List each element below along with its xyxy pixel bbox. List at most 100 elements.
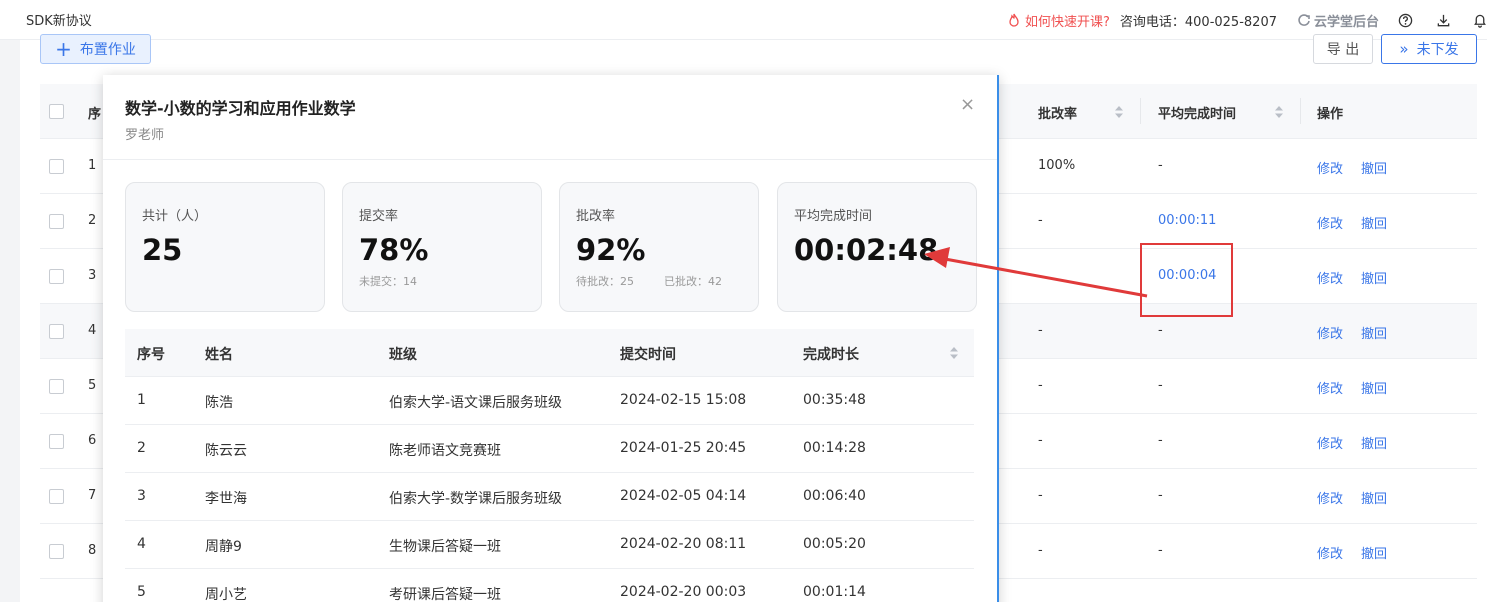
dialog-title: 数学-小数的学习和应用作业数学 xyxy=(125,99,356,118)
export-button[interactable]: 导 出 xyxy=(1313,34,1373,64)
cell-submit-time: 2024-02-20 00:03 xyxy=(620,584,747,600)
export-label: 导 出 xyxy=(1326,42,1360,58)
flame-icon xyxy=(1009,13,1019,27)
row-avg-time-link[interactable]: 00:00:11 xyxy=(1158,213,1216,228)
divider xyxy=(103,159,997,160)
row-rate: - xyxy=(1038,433,1043,448)
row-seq: 3 xyxy=(88,268,97,283)
cell-class: 伯索大学-数学课后服务班级 xyxy=(389,491,563,507)
cell-seq: 5 xyxy=(137,584,146,600)
header-name: 姓名 xyxy=(205,347,233,363)
row-checkbox[interactable] xyxy=(49,269,64,284)
double-chevron-right-icon: » xyxy=(1399,40,1409,58)
revoke-link[interactable]: 撤回 xyxy=(1361,488,1387,507)
row-checkbox[interactable] xyxy=(49,544,64,559)
row-avg-time: - xyxy=(1158,433,1163,448)
edit-link[interactable]: 修改 xyxy=(1317,213,1343,232)
download-button[interactable] xyxy=(1435,12,1451,28)
cell-seq: 4 xyxy=(137,536,146,552)
assign-homework-button[interactable]: + 布置作业 xyxy=(40,34,151,64)
stat-label: 平均完成时间 xyxy=(794,209,873,224)
row-avg-time: - xyxy=(1158,488,1163,503)
row-avg-time: - xyxy=(1158,158,1163,173)
row-avg-time: - xyxy=(1158,323,1163,338)
stat-note-graded: 已批改：42 xyxy=(664,275,722,288)
row-seq: 6 xyxy=(88,433,97,448)
header-submit-time: 提交时间 xyxy=(620,347,676,363)
revoke-link[interactable]: 撤回 xyxy=(1361,268,1387,287)
top-bar: SDK新协议 如何快速开课? 咨询电话：400-025-8207 云学堂后台 xyxy=(0,0,1487,40)
sort-icon[interactable] xyxy=(1274,103,1284,121)
cell-name: 周小艺 xyxy=(205,587,247,602)
cell-class: 生物课后答疑一班 xyxy=(389,539,501,555)
edit-link[interactable]: 修改 xyxy=(1317,378,1343,397)
homework-detail-dialog: 数学-小数的学习和应用作业数学 罗老师 × 共计（人） 25 提交率 78% 未… xyxy=(103,75,999,602)
admin-label: 云学堂后台 xyxy=(1313,14,1379,30)
cell-seq: 1 xyxy=(137,392,146,408)
help-button[interactable] xyxy=(1397,12,1413,28)
revoke-link[interactable]: 撤回 xyxy=(1361,213,1387,232)
refresh-icon xyxy=(1298,14,1310,26)
header-seq: 序 xyxy=(88,107,102,122)
assign-homework-label: 布置作业 xyxy=(79,42,136,58)
row-checkbox[interactable] xyxy=(49,434,64,449)
table-row: 3 李世海 伯索大学-数学课后服务班级 2024-02-05 04:14 00:… xyxy=(125,473,974,521)
stat-note: 未提交：14 xyxy=(359,275,417,288)
edit-link[interactable]: 修改 xyxy=(1317,488,1343,507)
row-seq: 5 xyxy=(88,378,97,393)
row-seq: 1 xyxy=(88,158,97,173)
header-rate: 批改率 xyxy=(1038,107,1078,122)
revoke-link[interactable]: 撤回 xyxy=(1361,543,1387,562)
row-seq: 8 xyxy=(88,543,97,558)
select-all-checkbox[interactable] xyxy=(49,104,64,119)
student-table-header: 序号 姓名 班级 提交时间 完成时长 xyxy=(125,329,974,377)
row-avg-time: - xyxy=(1158,543,1163,558)
sort-icon[interactable] xyxy=(949,345,959,361)
cell-duration: 00:35:48 xyxy=(803,392,866,408)
stat-label: 共计（人） xyxy=(142,209,208,224)
cell-duration: 00:01:14 xyxy=(803,584,866,600)
table-row: 2 陈云云 陈老师语文竞赛班 2024-01-25 20:45 00:14:28 xyxy=(125,425,974,473)
revoke-link[interactable]: 撤回 xyxy=(1361,433,1387,452)
cell-name: 陈浩 xyxy=(205,395,233,411)
revoke-link[interactable]: 撤回 xyxy=(1361,323,1387,342)
cell-name: 陈云云 xyxy=(205,443,247,459)
row-rate: - xyxy=(1038,488,1043,503)
unsent-button[interactable]: » 未下发 xyxy=(1381,34,1477,64)
cell-duration: 00:06:40 xyxy=(803,488,866,504)
row-seq: 4 xyxy=(88,323,97,338)
cell-name: 李世海 xyxy=(205,491,247,507)
cell-class: 伯索大学-语文课后服务班级 xyxy=(389,395,563,411)
row-checkbox[interactable] xyxy=(49,159,64,174)
sort-icon[interactable] xyxy=(1114,103,1124,121)
edit-link[interactable]: 修改 xyxy=(1317,158,1343,177)
header-seq: 序号 xyxy=(137,347,165,363)
table-row: 4 周静9 生物课后答疑一班 2024-02-20 08:11 00:05:20 xyxy=(125,521,974,569)
close-icon[interactable]: × xyxy=(960,94,975,115)
cell-class: 陈老师语文竞赛班 xyxy=(389,443,501,459)
row-checkbox[interactable] xyxy=(49,379,64,394)
edit-link[interactable]: 修改 xyxy=(1317,323,1343,342)
revoke-link[interactable]: 撤回 xyxy=(1361,378,1387,397)
stat-card-grade-rate: 批改率 92% 待批改：25 已批改：42 xyxy=(559,182,759,312)
admin-link[interactable]: 云学堂后台 xyxy=(1297,11,1379,30)
row-checkbox[interactable] xyxy=(49,489,64,504)
stat-card-submit-rate: 提交率 78% 未提交：14 xyxy=(342,182,542,312)
row-rate: - xyxy=(1038,213,1043,228)
notification-button[interactable] xyxy=(1473,12,1487,28)
stat-label: 批改率 xyxy=(576,209,616,224)
stat-note-pending: 待批改：25 xyxy=(576,275,634,288)
row-rate: - xyxy=(1038,378,1043,393)
edit-link[interactable]: 修改 xyxy=(1317,543,1343,562)
edit-link[interactable]: 修改 xyxy=(1317,433,1343,452)
column-divider xyxy=(1300,98,1301,124)
stat-card-avg-time: 平均完成时间 00:02:48 xyxy=(777,182,977,312)
row-checkbox[interactable] xyxy=(49,214,64,229)
stat-label: 提交率 xyxy=(359,209,399,224)
stat-value: 92% xyxy=(576,233,646,267)
column-divider xyxy=(1140,98,1141,124)
revoke-link[interactable]: 撤回 xyxy=(1361,158,1387,177)
quick-start-link[interactable]: 如何快速开课? xyxy=(1007,11,1110,30)
row-checkbox[interactable] xyxy=(49,324,64,339)
edit-link[interactable]: 修改 xyxy=(1317,268,1343,287)
